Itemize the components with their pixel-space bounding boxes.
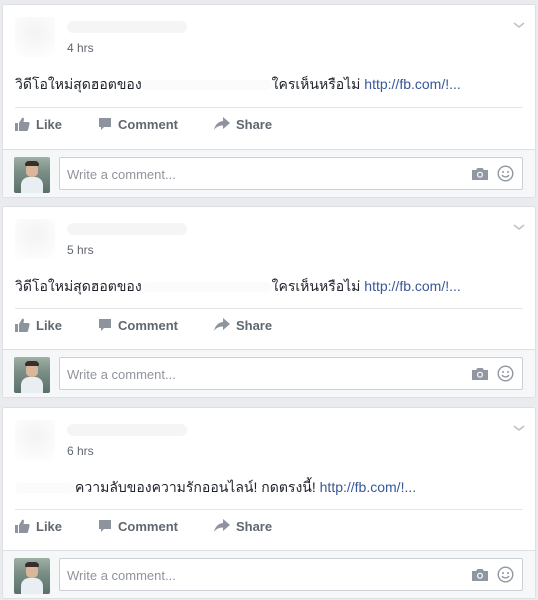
post-actions: Like Comment Share xyxy=(15,309,308,341)
post-timestamp[interactable]: 6 hrs xyxy=(67,444,94,458)
current-user-avatar[interactable] xyxy=(14,157,50,193)
current-user-avatar[interactable] xyxy=(14,558,50,594)
comment-label: Comment xyxy=(118,317,178,333)
post-link[interactable]: http://fb.com/!... xyxy=(320,479,416,495)
comment-icon xyxy=(99,319,112,331)
author-name-redacted xyxy=(67,424,187,436)
comment-button[interactable]: Comment xyxy=(98,117,178,132)
comment-icon xyxy=(99,118,112,130)
emoji-icon[interactable] xyxy=(497,165,514,182)
share-label: Share xyxy=(235,116,273,132)
thumbs-up-icon xyxy=(15,519,30,533)
share-button[interactable]: Share xyxy=(213,116,273,132)
thumbs-up-icon xyxy=(15,318,30,332)
comment-input[interactable]: Write a comment... xyxy=(59,558,523,591)
post-text-start: วิดีโอใหม่สุดฮอตของ xyxy=(15,76,142,92)
share-label: Share xyxy=(235,317,273,333)
post-card: 5 hrs วิดีโอใหม่สุดฮอตของ ใครเห็นหรือไม่ … xyxy=(2,206,536,398)
post-actions: Like Comment Share xyxy=(15,510,308,542)
post-text: ความลับของความรักออนไลน์! กดตรงนี้! http… xyxy=(15,478,523,496)
redacted-text xyxy=(15,483,75,494)
post-text-end: ความลับของความรักออนไลน์! กดตรงนี้! xyxy=(75,479,316,495)
comment-composer: Write a comment... xyxy=(3,550,535,598)
comment-composer: Write a comment... xyxy=(3,149,535,197)
comment-input[interactable]: Write a comment... xyxy=(59,157,523,190)
share-label: Share xyxy=(235,518,273,534)
like-button[interactable]: Like xyxy=(15,117,62,132)
share-button[interactable]: Share xyxy=(213,317,273,333)
author-name-redacted xyxy=(67,223,187,235)
comment-label: Comment xyxy=(118,518,178,534)
post-card: 4 hrs วิดีโอใหม่สุดฮอตของ ใครเห็นหรือไม่ … xyxy=(2,4,536,198)
like-label: Like xyxy=(36,518,63,534)
post-actions: Like Comment Share xyxy=(15,108,308,140)
post-timestamp[interactable]: 4 hrs xyxy=(67,41,94,55)
comment-placeholder: Write a comment... xyxy=(67,367,176,382)
comment-label: Comment xyxy=(118,116,178,132)
like-label: Like xyxy=(36,116,63,132)
camera-icon[interactable] xyxy=(471,366,489,381)
post-text-start: วิดีโอใหม่สุดฮอตของ xyxy=(15,278,142,294)
share-arrow-icon xyxy=(213,117,230,130)
like-label: Like xyxy=(36,317,63,333)
post-card: 6 hrs ความลับของความรักออนไลน์! กดตรงนี้… xyxy=(2,407,536,599)
comment-icon xyxy=(99,520,112,532)
thumbs-up-icon xyxy=(15,117,30,131)
chevron-down-icon[interactable] xyxy=(511,420,527,436)
comment-placeholder: Write a comment... xyxy=(67,568,176,583)
camera-icon[interactable] xyxy=(471,567,489,582)
comment-button[interactable]: Comment xyxy=(98,519,178,534)
post-text-end: ใครเห็นหรือไม่ xyxy=(271,278,361,294)
chevron-down-icon[interactable] xyxy=(511,17,527,33)
comment-input[interactable]: Write a comment... xyxy=(59,357,523,390)
comment-button[interactable]: Comment xyxy=(98,318,178,333)
like-button[interactable]: Like xyxy=(15,318,62,333)
chevron-down-icon[interactable] xyxy=(511,219,527,235)
author-name-redacted xyxy=(67,21,187,33)
comment-placeholder: Write a comment... xyxy=(67,167,176,182)
post-text: วิดีโอใหม่สุดฮอตของ ใครเห็นหรือไม่ http:/… xyxy=(15,75,523,93)
share-arrow-icon xyxy=(213,519,230,532)
current-user-avatar[interactable] xyxy=(14,357,50,393)
share-arrow-icon xyxy=(213,318,230,331)
author-avatar[interactable] xyxy=(15,219,55,259)
author-avatar[interactable] xyxy=(15,17,55,57)
redacted-text xyxy=(141,282,272,293)
post-link[interactable]: http://fb.com/!... xyxy=(364,76,460,92)
camera-icon[interactable] xyxy=(471,166,489,181)
post-text: วิดีโอใหม่สุดฮอตของ ใครเห็นหรือไม่ http:/… xyxy=(15,277,523,295)
post-link[interactable]: http://fb.com/!... xyxy=(364,278,460,294)
post-timestamp[interactable]: 5 hrs xyxy=(67,243,94,257)
emoji-icon[interactable] xyxy=(497,566,514,583)
author-avatar[interactable] xyxy=(15,420,55,460)
post-text-end: ใครเห็นหรือไม่ xyxy=(271,76,361,92)
redacted-text xyxy=(141,80,272,91)
like-button[interactable]: Like xyxy=(15,519,62,534)
emoji-icon[interactable] xyxy=(497,365,514,382)
comment-composer: Write a comment... xyxy=(3,349,535,397)
share-button[interactable]: Share xyxy=(213,518,273,534)
